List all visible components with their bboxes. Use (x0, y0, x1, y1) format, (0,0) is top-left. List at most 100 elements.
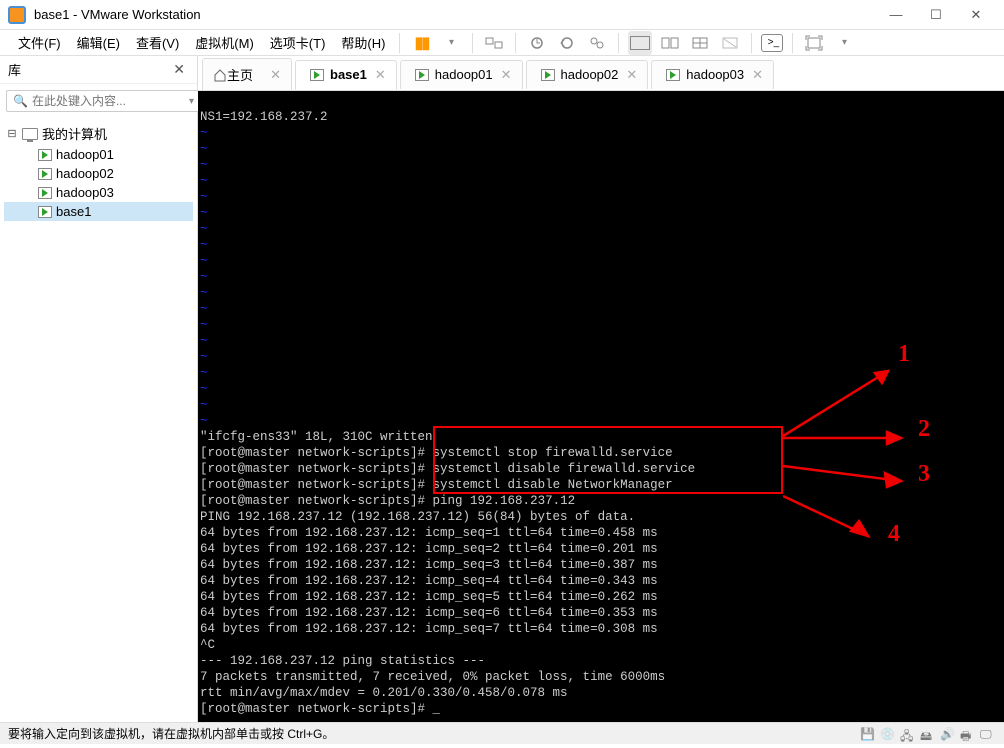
menu-vm[interactable]: 虚拟机(M) (187, 33, 262, 52)
terminal-console[interactable]: NS1=192.168.237.2 ~ ~ ~ ~ ~ ~ ~ ~ ~ ~ ~ … (198, 91, 1004, 722)
vm-icon (666, 69, 680, 81)
maximize-button[interactable]: ☐ (916, 0, 956, 30)
term-line: [root@master network-scripts]# systemctl… (200, 478, 673, 492)
vim-tilde: ~ (200, 334, 208, 348)
tab-hadoop01[interactable]: hadoop01 ✕ (400, 60, 523, 89)
term-line: PING 192.168.237.12 (192.168.237.12) 56(… (200, 510, 635, 524)
snapshot-revert-icon[interactable] (555, 31, 579, 55)
tab-label: 主页 (227, 65, 253, 84)
annotation-arrow-3 (783, 461, 913, 491)
tab-hadoop03[interactable]: hadoop03 ✕ (651, 60, 774, 89)
vim-tilde: ~ (200, 350, 208, 364)
home-icon (213, 68, 227, 82)
tree-item-label: hadoop02 (56, 166, 114, 181)
status-net-icon[interactable]: 🖧 (900, 727, 916, 741)
menu-tabs[interactable]: 选项卡(T) (262, 33, 334, 52)
minimize-button[interactable]: — (876, 0, 916, 30)
tree-item-label: base1 (56, 204, 91, 219)
annotation-arrow-4 (783, 491, 883, 546)
search-input-wrap[interactable]: 🔍 ▾ (6, 90, 201, 112)
close-window-button[interactable]: ✕ (956, 0, 996, 30)
vim-tilde: ~ (200, 222, 208, 236)
tab-close-icon[interactable]: ✕ (262, 67, 281, 83)
menubar: 文件(F) 编辑(E) 查看(V) 虚拟机(M) 选项卡(T) 帮助(H) ▮▮… (0, 30, 1004, 56)
term-line: [root@master network-scripts]# systemctl… (200, 462, 695, 476)
vm-icon (38, 187, 52, 199)
vm-icon (38, 168, 52, 180)
term-line: [root@master network-scripts]# _ (200, 702, 440, 716)
library-title: 库 (8, 60, 169, 79)
tab-close-icon[interactable]: ✕ (744, 67, 763, 83)
vm-tabs: 主页 ✕ base1 ✕ hadoop01 ✕ hadoop02 ✕ hadoo… (198, 56, 1004, 91)
tree-vm-base1[interactable]: base1 (4, 202, 193, 221)
search-dropdown-icon[interactable]: ▾ (189, 96, 194, 107)
tree-item-label: hadoop01 (56, 147, 114, 162)
status-usb-icon[interactable]: 🖴 (920, 727, 936, 741)
term-line: 7 packets transmitted, 7 received, 0% pa… (200, 670, 665, 684)
status-hdd-icon[interactable]: 💾 (860, 727, 876, 741)
annotation-arrow-2 (783, 426, 913, 451)
annotation-label-3: 3 (918, 466, 930, 482)
pause-button[interactable]: ▮▮ (409, 31, 433, 55)
snapshot-icon[interactable] (525, 31, 549, 55)
vmware-icon (8, 6, 26, 24)
term-line: [root@master network-scripts]# systemctl… (200, 446, 673, 460)
send-keys-icon[interactable] (482, 31, 506, 55)
tab-hadoop02[interactable]: hadoop02 ✕ (526, 60, 649, 89)
term-line: "ifcfg-ens33" 18L, 310C written (200, 430, 433, 444)
vim-tilde: ~ (200, 142, 208, 156)
term-line: 64 bytes from 192.168.237.12: icmp_seq=3… (200, 558, 658, 572)
status-sound-icon[interactable]: 🔊 (940, 727, 956, 741)
fullscreen-icon[interactable] (802, 31, 826, 55)
vim-tilde: ~ (200, 398, 208, 412)
tree-vm-hadoop01[interactable]: hadoop01 (4, 145, 193, 164)
term-line: rtt min/avg/max/mdev = 0.201/0.330/0.458… (200, 686, 568, 700)
status-cd-icon[interactable]: 💿 (880, 727, 896, 741)
vim-tilde: ~ (200, 126, 208, 140)
vim-tilde: ~ (200, 286, 208, 300)
tree-root-my-computer[interactable]: ⊟ 我的计算机 (4, 122, 193, 145)
term-line: 64 bytes from 192.168.237.12: icmp_seq=4… (200, 574, 658, 588)
menu-help[interactable]: 帮助(H) (333, 33, 393, 52)
vm-icon (38, 206, 52, 218)
annotation-label-2: 2 (918, 421, 930, 437)
tree-vm-hadoop02[interactable]: hadoop02 (4, 164, 193, 183)
tab-base1[interactable]: base1 ✕ (295, 60, 397, 90)
menu-file[interactable]: 文件(F) (10, 33, 69, 52)
search-icon: 🔍 (13, 94, 28, 108)
snapshot-manager-icon[interactable] (585, 31, 609, 55)
vim-tilde: ~ (200, 158, 208, 172)
tab-close-icon[interactable]: ✕ (493, 67, 512, 83)
search-input[interactable] (32, 94, 187, 108)
view-unity-icon[interactable] (688, 31, 712, 55)
status-printer-icon[interactable]: 🖶 (960, 727, 976, 741)
console-icon[interactable]: >_ (761, 34, 783, 52)
tab-home[interactable]: 主页 ✕ (202, 58, 292, 90)
vim-tilde: ~ (200, 206, 208, 220)
vim-tilde: ~ (200, 318, 208, 332)
library-close-button[interactable]: ✕ (169, 61, 189, 78)
menu-view[interactable]: 查看(V) (128, 33, 187, 52)
annotation-label-4: 4 (888, 526, 900, 542)
view-disabled-icon[interactable] (718, 31, 742, 55)
window-title: base1 - VMware Workstation (34, 7, 876, 22)
view-multi-icon[interactable] (658, 31, 682, 55)
library-panel: 库 ✕ 🔍 ▾ ⊟ 我的计算机 hadoop01 hadoop02 (0, 56, 198, 722)
vim-tilde: ~ (200, 190, 208, 204)
vm-icon (415, 69, 429, 81)
vm-icon (310, 69, 324, 81)
annotation-label-1: 1 (898, 346, 910, 362)
fullscreen-dropdown[interactable]: ▾ (832, 31, 856, 55)
tab-close-icon[interactable]: ✕ (618, 67, 637, 83)
vim-tilde: ~ (200, 366, 208, 380)
vim-tilde: ~ (200, 238, 208, 252)
menu-edit[interactable]: 编辑(E) (69, 33, 128, 52)
tab-label: hadoop02 (561, 67, 619, 82)
tree-root-label: 我的计算机 (42, 124, 107, 143)
power-dropdown[interactable]: ▾ (439, 31, 463, 55)
tab-close-icon[interactable]: ✕ (367, 67, 386, 83)
computer-icon (22, 128, 38, 140)
status-display-icon[interactable]: 🖵 (980, 727, 996, 741)
tree-vm-hadoop03[interactable]: hadoop03 (4, 183, 193, 202)
view-single-icon[interactable] (628, 31, 652, 55)
